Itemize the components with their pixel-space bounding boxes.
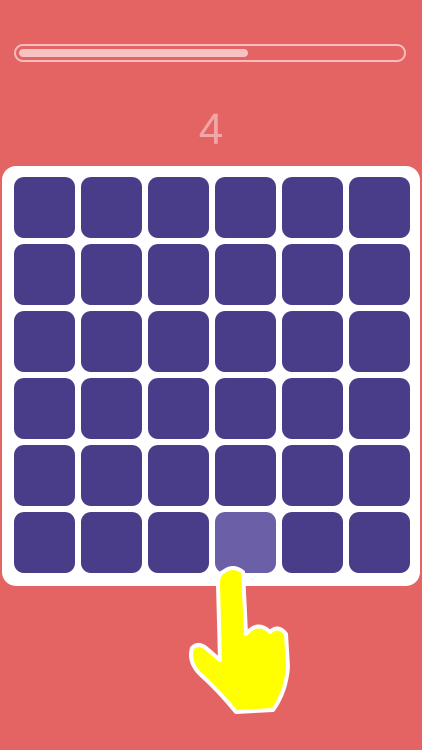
tile[interactable]	[148, 177, 209, 238]
tile[interactable]	[148, 311, 209, 372]
tile[interactable]	[81, 445, 142, 506]
tile[interactable]	[14, 177, 75, 238]
score-counter: 4	[198, 105, 224, 154]
tile[interactable]	[148, 244, 209, 305]
tile[interactable]	[14, 445, 75, 506]
tile[interactable]	[14, 378, 75, 439]
tile[interactable]	[282, 244, 343, 305]
tile[interactable]	[81, 311, 142, 372]
tile[interactable]	[81, 177, 142, 238]
tile[interactable]	[349, 177, 410, 238]
tile[interactable]	[14, 244, 75, 305]
tile[interactable]	[282, 445, 343, 506]
tile[interactable]	[215, 311, 276, 372]
tile[interactable]	[148, 378, 209, 439]
tile-grid	[14, 177, 410, 573]
tile[interactable]	[148, 445, 209, 506]
tile[interactable]	[215, 244, 276, 305]
tile[interactable]	[215, 378, 276, 439]
hand-shape	[189, 566, 290, 714]
pointing-hand-icon	[189, 566, 290, 714]
tile[interactable]	[282, 177, 343, 238]
tile[interactable]	[349, 445, 410, 506]
tile[interactable]	[282, 311, 343, 372]
tile[interactable]	[14, 512, 75, 573]
tile[interactable]	[282, 378, 343, 439]
tile[interactable]	[215, 177, 276, 238]
game-board	[2, 166, 420, 586]
timer-progress-fill	[19, 49, 248, 57]
tile[interactable]	[349, 311, 410, 372]
tile[interactable]	[349, 244, 410, 305]
timer-progress-bar	[14, 44, 406, 62]
tile[interactable]	[215, 445, 276, 506]
tile[interactable]	[81, 244, 142, 305]
tile[interactable]	[14, 311, 75, 372]
tile[interactable]	[81, 512, 142, 573]
tile[interactable]	[349, 378, 410, 439]
game-screen: 4	[0, 0, 422, 750]
tile[interactable]	[81, 378, 142, 439]
tile[interactable]	[349, 512, 410, 573]
